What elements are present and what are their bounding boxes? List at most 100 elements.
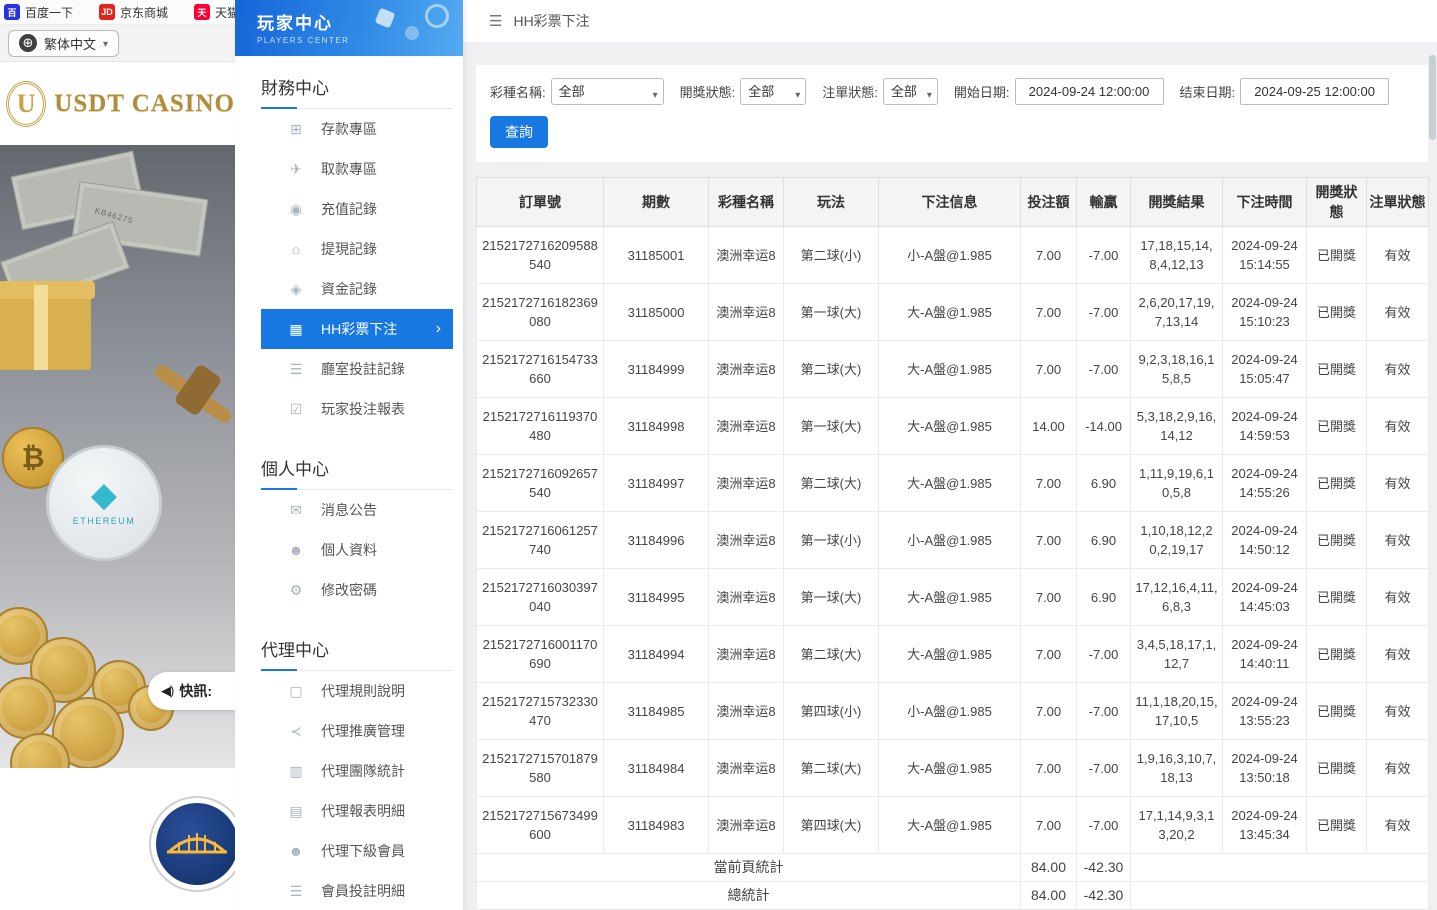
cell-bet-amount: 7.00 bbox=[1021, 740, 1077, 797]
sidebar-item[interactable]: ◈ 資金記錄 bbox=[261, 269, 453, 309]
cell-lottery-name: 澳洲幸运8 bbox=[709, 797, 784, 854]
start-date-input[interactable] bbox=[1015, 78, 1164, 105]
order-status-select[interactable]: 全部 bbox=[883, 78, 938, 105]
sidebar-item[interactable]: ☰ 廳室投註記錄 bbox=[261, 349, 453, 389]
sidebar-item-label: 代理下級會員 bbox=[321, 841, 405, 861]
sidebar-item[interactable]: ✉ 消息公告 bbox=[261, 490, 453, 530]
cell-draw-status: 已開獎 bbox=[1307, 740, 1367, 797]
sidebar-item-label: 代理推廣管理 bbox=[321, 721, 405, 741]
scrollbar-thumb[interactable] bbox=[1429, 55, 1436, 140]
sidebar-item[interactable]: ☻ 個人資料 bbox=[261, 530, 453, 570]
menu-icon[interactable] bbox=[489, 12, 502, 30]
draw-status-select[interactable]: 全部 bbox=[740, 78, 806, 105]
section-title: 代理中心 bbox=[261, 626, 453, 671]
page-title: HH彩票下注 bbox=[513, 11, 589, 31]
cell-bet-time: 2024-09-24 13:55:23 bbox=[1223, 683, 1307, 740]
cell-win-loss: -7.00 bbox=[1077, 740, 1131, 797]
sidebar-item[interactable]: ☰ 會員投註明細 bbox=[261, 871, 453, 910]
filter-lottery: 彩種名稱: 全部 bbox=[490, 78, 664, 105]
sidebar-item-label: 代理團隊統計 bbox=[321, 761, 405, 781]
filter-label: 结束日期: bbox=[1180, 82, 1236, 101]
cell-order-status: 有效 bbox=[1367, 740, 1429, 797]
summary-bet-amount: 84.00 bbox=[1021, 882, 1077, 910]
chevron-right-icon bbox=[436, 320, 441, 338]
filter-draw-status: 開獎狀態: 全部 bbox=[680, 78, 807, 105]
bookmark-item[interactable]: 百 百度一下 bbox=[4, 4, 73, 21]
sidebar-item[interactable]: ≺ 代理推廣管理 bbox=[261, 711, 453, 751]
cell-win-loss: -7.00 bbox=[1077, 683, 1131, 740]
cell-win-loss: 6.90 bbox=[1077, 512, 1131, 569]
sidebar-header: 玩家中心 PLAYERS CENTER bbox=[235, 0, 463, 56]
cell-win-loss: -7.00 bbox=[1077, 227, 1131, 284]
sidebar-item[interactable]: ⚙ 修改密碼 bbox=[261, 570, 453, 610]
cell-play-type: 第四球(小) bbox=[784, 683, 879, 740]
bet-records-table: 訂單號 期數 彩種名稱 玩法 下注信息 投注額 bbox=[476, 177, 1429, 910]
column-header: 開獎結果 bbox=[1131, 178, 1223, 227]
sidebar-item-label: 資金記錄 bbox=[321, 279, 377, 299]
usdt-casino-logo-text: USDT CASINO bbox=[54, 90, 235, 118]
sidebar-item[interactable]: ⌂ 提現記錄 bbox=[261, 229, 453, 269]
sidebar-item-icon: ✈ bbox=[287, 161, 305, 178]
cell-play-type: 第二球(大) bbox=[784, 455, 879, 512]
sidebar-item[interactable]: ☻ 代理下級會員 bbox=[261, 831, 453, 871]
filter-start-date: 開始日期: bbox=[954, 78, 1164, 105]
bookmark-item[interactable]: JD 京东商城 bbox=[99, 4, 168, 21]
cell-lottery-name: 澳洲幸运8 bbox=[709, 398, 784, 455]
cell-lottery-name: 澳洲幸运8 bbox=[709, 284, 784, 341]
sidebar-section-personal: 個人中心 ✉ 消息公告 ☻ 個人資料 ⚙ bbox=[261, 445, 453, 610]
sidebar-item-icon: ⚙ bbox=[287, 582, 305, 599]
cell-order-status: 有效 bbox=[1367, 797, 1429, 854]
language-selector[interactable]: 繁体中文 bbox=[8, 30, 119, 57]
sidebar-item[interactable]: ▥ 代理團隊統計 bbox=[261, 751, 453, 791]
lottery-select[interactable]: 全部 bbox=[551, 78, 664, 105]
cell-order-status: 有效 bbox=[1367, 683, 1429, 740]
cell-order-number: 2152172716092657540 bbox=[477, 455, 604, 512]
sidebar-item-label: 廳室投註記錄 bbox=[321, 359, 405, 379]
filter-label: 開始日期: bbox=[954, 82, 1010, 101]
cell-order-number: 2152172715673499600 bbox=[477, 797, 604, 854]
summary-label: 總統計 bbox=[477, 882, 1021, 910]
player-center-sidebar: 玩家中心 PLAYERS CENTER 財務中心 ⊞ 存款專區 ✈ 取 bbox=[235, 0, 463, 910]
sidebar-item[interactable]: ▤ 代理報表明細 bbox=[261, 791, 453, 831]
cell-play-type: 第四球(大) bbox=[784, 797, 879, 854]
sidebar-item[interactable]: ⊞ 存款專區 bbox=[261, 109, 453, 149]
cell-play-type: 第一球(大) bbox=[784, 398, 879, 455]
cell-bet-time: 2024-09-24 15:10:23 bbox=[1223, 284, 1307, 341]
search-button[interactable]: 查詢 bbox=[490, 116, 548, 148]
sidebar-item-label: 消息公告 bbox=[321, 500, 377, 520]
cell-bet-time: 2024-09-24 13:45:34 bbox=[1223, 797, 1307, 854]
cell-draw-status: 已開獎 bbox=[1307, 227, 1367, 284]
cell-order-status: 有效 bbox=[1367, 512, 1429, 569]
sidebar-item-icon: ≺ bbox=[287, 723, 305, 740]
cell-order-status: 有效 bbox=[1367, 626, 1429, 683]
cell-bet-amount: 7.00 bbox=[1021, 341, 1077, 398]
chevron-down-icon bbox=[103, 34, 108, 52]
cell-period: 31184985 bbox=[604, 683, 709, 740]
column-header: 玩法 bbox=[784, 178, 879, 227]
cell-draw-status: 已開獎 bbox=[1307, 797, 1367, 854]
filter-label: 開獎狀態: bbox=[680, 82, 736, 101]
filter-order-status: 注單狀態: 全部 bbox=[822, 78, 938, 105]
summary-win-loss: -42.30 bbox=[1077, 882, 1131, 910]
sidebar-item[interactable]: ✈ 取款專區 bbox=[261, 149, 453, 189]
sidebar-item[interactable]: ☑ 玩家投注報表 bbox=[261, 389, 453, 429]
cell-lottery-name: 澳洲幸运8 bbox=[709, 740, 784, 797]
sidebar-item[interactable]: ▦ HH彩票下注 bbox=[261, 309, 453, 349]
page-summary-row: 當前頁統計 84.00 -42.30 bbox=[477, 854, 1429, 882]
sidebar-body: 財務中心 ⊞ 存款專區 ✈ 取款專區 ◉ bbox=[235, 56, 463, 910]
cell-bet-amount: 7.00 bbox=[1021, 626, 1077, 683]
bookmark-item[interactable]: 天 天猫 bbox=[194, 4, 235, 21]
sidebar-item[interactable]: ▢ 代理規則說明 bbox=[261, 671, 453, 711]
filter-label: 注單狀態: bbox=[822, 82, 878, 101]
sidebar-item-label: 代理規則說明 bbox=[321, 681, 405, 701]
end-date-input[interactable] bbox=[1240, 78, 1389, 105]
sidebar-item[interactable]: ◉ 充值記錄 bbox=[261, 189, 453, 229]
filter-label: 彩種名稱: bbox=[490, 82, 546, 101]
sidebar-item-label: 代理報表明細 bbox=[321, 801, 405, 821]
column-header: 彩種名稱 bbox=[709, 178, 784, 227]
cell-order-status: 有效 bbox=[1367, 569, 1429, 626]
ethereum-coin-label: ETHEREUM bbox=[73, 516, 136, 526]
cell-draw-result: 17,18,15,14,8,4,12,13 bbox=[1131, 227, 1223, 284]
sidebar-section-agent: 代理中心 ▢ 代理規則說明 ≺ 代理推廣管理 ▥ bbox=[261, 626, 453, 910]
news-ticker-label: 快訊: bbox=[179, 681, 212, 701]
